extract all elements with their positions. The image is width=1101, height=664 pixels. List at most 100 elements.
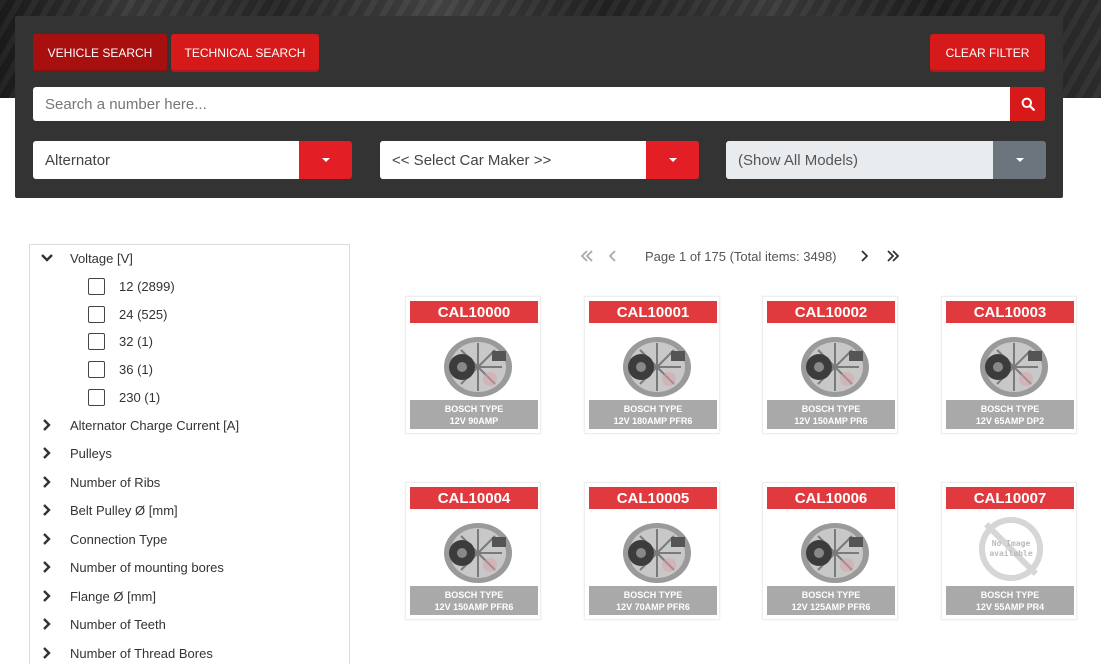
alternator-image	[623, 523, 691, 583]
no-image-icon: No Image available	[979, 517, 1043, 581]
product-code: CAL10001	[589, 301, 717, 323]
checkbox[interactable]	[88, 277, 105, 295]
product-caption: BOSCH TYPE 12V 65AMP DP2	[946, 400, 1074, 429]
filter-label: Flange Ø [mm]	[70, 588, 156, 604]
last-page-button[interactable]	[883, 246, 903, 266]
product-card[interactable]: CAL10007 No Image available BOSCH TYPE 12V …	[941, 482, 1077, 620]
caption-spec: 12V 180AMP PFR6	[613, 416, 693, 426]
chevron-right-icon	[861, 250, 868, 262]
product-code: CAL10004	[410, 487, 538, 509]
filter-label: Number of mounting bores	[70, 559, 224, 575]
model-select[interactable]: (Show All Models)	[726, 141, 993, 179]
product-caption: BOSCH TYPE 12V 150AMP PR6	[767, 400, 895, 429]
prev-page-button[interactable]	[603, 246, 623, 266]
checkbox[interactable]	[88, 388, 105, 406]
no-image-text: No Image available	[989, 539, 1033, 558]
alternator-image	[980, 337, 1048, 397]
product-card-inner: CAL10006 BOSCH TYPE 12V 125AMP PFR6	[767, 487, 895, 615]
chevron-right-icon	[40, 503, 54, 517]
product-caption: BOSCH TYPE 12V 70AMP PFR6	[589, 586, 717, 615]
caption-spec: 12V 65AMP DP2	[975, 416, 1045, 426]
voltage-option[interactable]: 230 (1)	[88, 386, 160, 408]
product-card[interactable]: CAL10006 BOSCH TYPE 12V 125AMP PFR6	[762, 482, 898, 620]
double-chevron-left-icon	[580, 250, 593, 262]
option-label: 24 (525)	[119, 306, 168, 322]
caption-type: BOSCH TYPE	[444, 590, 504, 600]
voltage-option[interactable]: 12 (2899)	[88, 275, 175, 297]
product-caption: BOSCH TYPE 12V 55AMP PR4	[946, 586, 1074, 615]
product-code: CAL10007	[946, 487, 1074, 509]
filter-label: Belt Pulley Ø [mm]	[70, 502, 178, 518]
first-page-button[interactable]	[577, 246, 597, 266]
product-card[interactable]: CAL10003 BOSCH TYPE 12V 65AMP DP2	[941, 296, 1077, 434]
product-card-inner: CAL10007 No Image available BOSCH TYPE 12V …	[946, 487, 1074, 615]
product-card-inner: CAL10002 BOSCH TYPE 12V 150AMP PR6	[767, 301, 895, 429]
search-input[interactable]	[33, 87, 1010, 121]
product-card[interactable]: CAL10005 BOSCH TYPE 12V 70AMP PFR6	[584, 482, 720, 620]
alternator-image	[444, 337, 512, 397]
product-code: CAL10006	[767, 487, 895, 509]
tab-vehicle-search[interactable]: VEHICLE SEARCH	[33, 34, 167, 72]
alternator-image	[444, 523, 512, 583]
checkbox[interactable]	[88, 360, 105, 378]
product-code: CAL10002	[767, 301, 895, 323]
next-page-button[interactable]	[854, 246, 874, 266]
voltage-option[interactable]: 24 (525)	[88, 303, 167, 325]
car-maker-dropdown-button[interactable]	[646, 141, 699, 179]
product-card-inner: CAL10005 BOSCH TYPE 12V 70AMP PFR6	[589, 487, 717, 615]
chevron-down-icon	[40, 251, 54, 265]
model-dropdown-button[interactable]	[993, 141, 1046, 179]
product-card[interactable]: CAL10001 BOSCH TYPE 12V 180AMP PFR6	[584, 296, 720, 434]
clear-filter-button[interactable]: CLEAR FILTER	[930, 34, 1045, 72]
option-label: 230 (1)	[119, 389, 161, 405]
caret-down-icon	[668, 158, 677, 162]
tab-technical-search[interactable]: TECHNICAL SEARCH	[171, 34, 319, 72]
filter-label: Number of Ribs	[70, 474, 161, 490]
filter-label: Pulleys	[70, 445, 112, 461]
caption-spec: 12V 90AMP	[449, 416, 499, 426]
chevron-left-icon	[609, 250, 616, 262]
category-dropdown-button[interactable]	[299, 141, 352, 179]
alternator-image	[801, 337, 869, 397]
search-button[interactable]	[1010, 87, 1045, 121]
caret-down-icon	[1015, 158, 1024, 162]
chevron-right-icon	[40, 617, 54, 631]
chevron-right-icon	[40, 475, 54, 489]
alternator-image	[801, 523, 869, 583]
product-card-inner: CAL10004 BOSCH TYPE 12V 150AMP PFR6	[410, 487, 538, 615]
filter-label: Alternator Charge Current [A]	[70, 417, 240, 433]
caption-type: BOSCH TYPE	[801, 590, 861, 600]
caption-type: BOSCH TYPE	[980, 590, 1040, 600]
chevron-right-icon	[40, 589, 54, 603]
caption-spec: 12V 150AMP PR6	[794, 416, 868, 426]
chevron-right-icon	[40, 532, 54, 546]
chevron-right-icon	[40, 418, 54, 432]
product-card[interactable]: CAL10004 BOSCH TYPE 12V 150AMP PFR6	[405, 482, 541, 620]
option-label: 36 (1)	[119, 361, 153, 377]
product-caption: BOSCH TYPE 12V 90AMP	[410, 400, 538, 429]
category-select[interactable]: Alternator	[33, 141, 299, 179]
product-caption: BOSCH TYPE 12V 150AMP PFR6	[410, 586, 538, 615]
caption-spec: 12V 55AMP PR4	[975, 602, 1045, 612]
checkbox[interactable]	[88, 305, 105, 323]
caption-type: BOSCH TYPE	[444, 404, 504, 414]
product-card-inner: CAL10001 BOSCH TYPE 12V 180AMP PFR6	[589, 301, 717, 429]
search-icon	[1021, 97, 1035, 111]
product-card[interactable]: CAL10000 BOSCH TYPE 12V 90AMP	[405, 296, 541, 434]
product-code: CAL10005	[589, 487, 717, 509]
search-panel: VEHICLE SEARCH TECHNICAL SEARCH CLEAR FI…	[15, 16, 1063, 198]
alternator-image	[623, 337, 691, 397]
checkbox[interactable]	[88, 332, 105, 350]
filter-label: Number of Teeth	[70, 616, 166, 632]
filter-panel: Voltage [V] 12 (2899) 24 (525) 32 (1) 36…	[29, 244, 350, 664]
product-caption: BOSCH TYPE 12V 125AMP PFR6	[767, 586, 895, 615]
product-code: CAL10003	[946, 301, 1074, 323]
caption-type: BOSCH TYPE	[801, 404, 861, 414]
product-card[interactable]: CAL10002 BOSCH TYPE 12V 150AMP PR6	[762, 296, 898, 434]
voltage-option[interactable]: 36 (1)	[88, 358, 153, 380]
car-maker-select[interactable]: << Select Car Maker >>	[380, 141, 646, 179]
option-label: 32 (1)	[119, 333, 153, 349]
caption-spec: 12V 70AMP PFR6	[616, 602, 690, 612]
voltage-option[interactable]: 32 (1)	[88, 330, 153, 352]
filter-label: Connection Type	[70, 531, 168, 547]
